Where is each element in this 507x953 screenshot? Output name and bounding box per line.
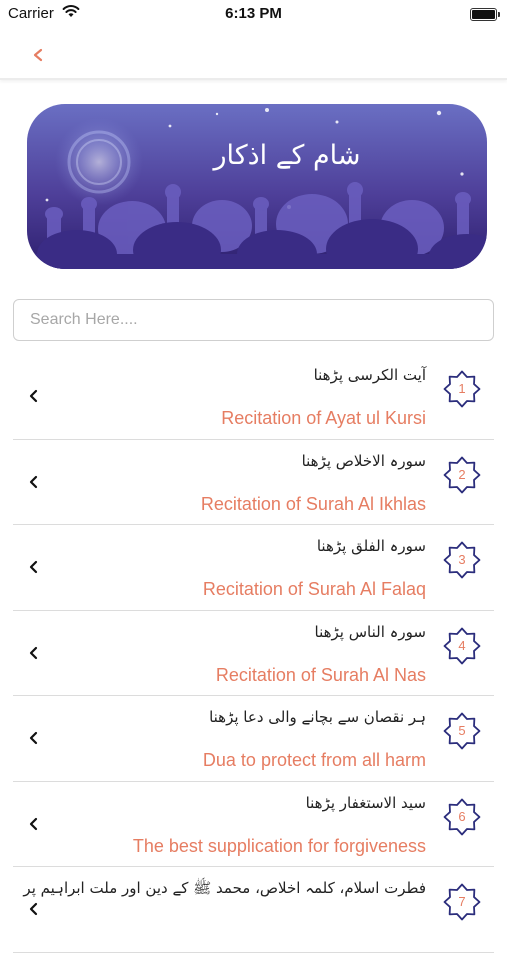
number-badge: 2 <box>443 456 481 494</box>
item-urdu-title: سورہ الناس پڑھنا <box>314 622 427 641</box>
item-number: 4 <box>458 637 466 653</box>
back-chevron-icon[interactable] <box>22 38 56 72</box>
list-item[interactable]: ہر نقصان سے بچانے والی دعا پڑھنا Dua to p… <box>13 696 494 782</box>
list-item[interactable]: سید الاستغفار پڑھنا The best supplication… <box>13 782 494 867</box>
clock: 6:13 PM <box>225 5 282 22</box>
list-item[interactable]: آیت الکرسی پڑھنا Recitation of Ayat ul Ku… <box>13 354 494 440</box>
item-number: 5 <box>458 723 466 738</box>
chevron-left-icon <box>29 560 38 574</box>
item-english-title: Recitation of Surah Al Falaq <box>202 579 426 599</box>
item-number: 1 <box>458 381 466 396</box>
item-english-title: The best supplication for forgiveness <box>132 835 426 856</box>
chevron-left-icon <box>29 646 38 659</box>
number-badge: 4 <box>443 627 481 665</box>
chevron-left-icon <box>29 902 38 916</box>
evening-adhkar-banner: شام کے اذکار <box>27 104 487 269</box>
item-urdu-title: سید الاستغفار پڑھنا <box>305 793 426 812</box>
adhkar-list: آیت الکرسی پڑھنا Recitation of Ayat ul Ku… <box>13 354 494 953</box>
item-urdu-title: فطرت اسلام، کلمہ اخلاص، محمد ﷺ کے دین او… <box>23 879 426 897</box>
item-english-title: Recitation of Ayat ul Kursi <box>221 408 426 428</box>
navigation-bar <box>0 30 507 80</box>
number-badge: 7 <box>443 883 481 921</box>
item-urdu-title: سورہ الفلق پڑھنا <box>316 537 426 555</box>
list-item[interactable]: سورہ الاخلاص پڑھنا Recitation of Surah Al… <box>13 440 494 525</box>
item-urdu-title: آیت الکرسی پڑھنا <box>313 366 426 384</box>
list-item[interactable]: سورہ الناس پڑھنا Recitation of Surah Al N… <box>13 611 494 696</box>
night-mosque-illustration <box>27 104 487 269</box>
list-item[interactable]: فطرت اسلام، کلمہ اخلاص، محمد ﷺ کے دین او… <box>13 867 494 953</box>
item-english-title: Dua to protect from all harm <box>202 750 426 770</box>
banner-title: شام کے اذکار <box>213 140 361 171</box>
list-item[interactable]: سورہ الفلق پڑھنا Recitation of Surah Al F… <box>13 525 494 611</box>
battery-icon <box>470 8 500 21</box>
item-urdu-title: سورہ الاخلاص پڑھنا <box>301 451 426 470</box>
status-bar: Carrier 6:13 PM <box>0 0 507 30</box>
item-number: 7 <box>458 894 466 909</box>
number-badge: 5 <box>443 712 481 750</box>
number-badge: 6 <box>443 798 481 836</box>
number-badge: 3 <box>443 541 481 579</box>
item-number: 3 <box>458 552 466 567</box>
item-urdu-title: ہر نقصان سے بچانے والی دعا پڑھنا <box>209 708 426 726</box>
chevron-left-icon <box>29 817 38 830</box>
chevron-left-icon <box>29 731 38 745</box>
number-badge: 1 <box>443 370 481 408</box>
chevron-left-icon <box>29 475 38 488</box>
item-number: 2 <box>458 466 466 482</box>
item-number: 6 <box>458 808 466 824</box>
chevron-left-icon <box>29 389 38 403</box>
item-english-title: Recitation of Surah Al Nas <box>215 664 426 685</box>
search-input[interactable] <box>13 299 494 341</box>
item-english-title: Recitation of Surah Al Ikhlas <box>200 493 426 514</box>
